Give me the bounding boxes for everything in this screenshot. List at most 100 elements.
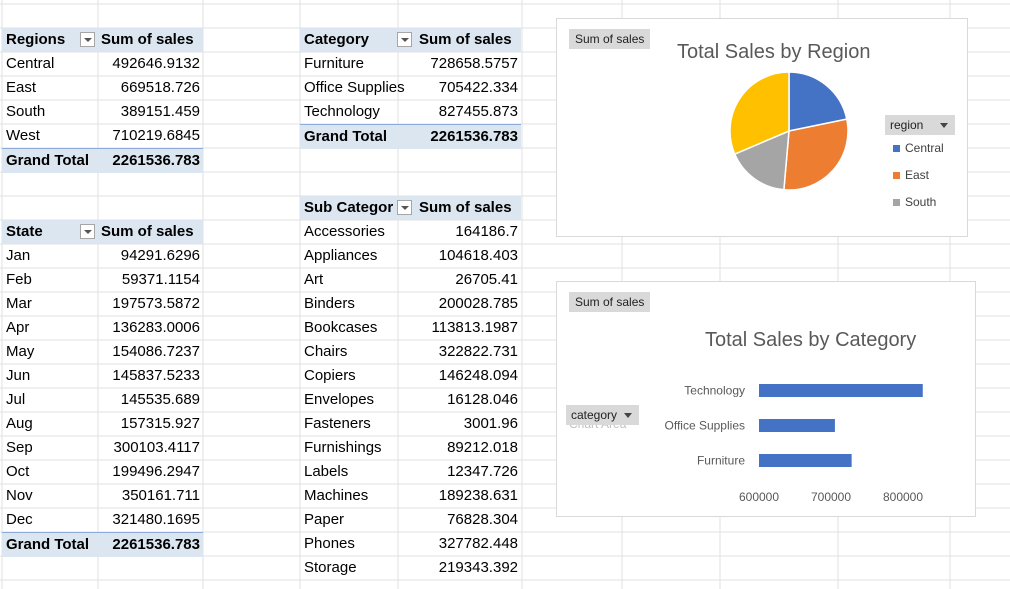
category-axis-label: Furniture — [697, 454, 745, 468]
subcategory-row: Chairs 322822.731 — [300, 340, 521, 364]
state-grand-total-row: Grand Total 2261536.783 — [2, 532, 203, 557]
subcategory-row: Fasteners 3001.96 — [300, 412, 521, 436]
category-axis-label: Office Supplies — [665, 419, 746, 433]
state-row-label: Sep — [6, 439, 33, 456]
bar-plot: Furniture Office Supplies Technology 600000… — [665, 384, 924, 505]
subcategory-row: Appliances 104618.403 — [300, 244, 521, 268]
state-row: Oct 199496.2947 — [2, 460, 203, 484]
subcategory-row-value: 26705.41 — [455, 271, 518, 288]
state-row-value: 321480.1695 — [112, 511, 200, 528]
category-row: Office Supplies 705422.334 — [300, 76, 521, 100]
category-row-label: Office Supplies — [304, 79, 405, 96]
category-row-value: 705422.334 — [438, 79, 518, 96]
state-row-label: May — [6, 343, 35, 360]
regions-row-label: South — [6, 103, 46, 120]
subcategory-row: Paper 76828.304 — [300, 508, 521, 532]
category-row-label: Furniture — [304, 55, 365, 72]
subcategory-row-value: 3001.96 — [463, 415, 518, 432]
subcategory-row: Accessories 164186.7 — [300, 220, 521, 244]
subcategory-row-value: 16128.046 — [447, 391, 518, 408]
state-row-value: 199496.2947 — [112, 463, 200, 480]
pie-slice-east[interactable] — [783, 118, 849, 191]
pie-plot — [729, 71, 849, 191]
value-axis-tick-label: 600000 — [739, 490, 779, 504]
subcategory-row: Art 26705.41 — [300, 268, 521, 292]
subcategory-filter-dropdown[interactable] — [397, 200, 412, 215]
subcategory-row-value: 219343.392 — [438, 559, 518, 576]
state-row: Dec 321480.1695 — [2, 508, 203, 532]
pie-legend-label: South — [905, 195, 937, 209]
subcategory-row: Storage 219343.392 — [300, 556, 521, 580]
state-row-label: Feb — [6, 271, 32, 288]
state-row-label: Oct — [6, 463, 30, 480]
category-filter-dropdown[interactable] — [397, 32, 412, 47]
subcategory-row-value: 164186.7 — [455, 223, 518, 240]
subcategory-row-label: Envelopes — [304, 391, 375, 408]
regions-header-value: Sum of sales — [101, 31, 194, 48]
state-row-label: Apr — [6, 319, 30, 336]
subcategory-row: Phones 327782.448 — [300, 532, 521, 556]
subcategory-row-label: Furnishings — [304, 439, 382, 456]
state-row-label: Nov — [6, 487, 33, 504]
value-axis-tick-label: 700000 — [811, 490, 851, 504]
regions-header-row: Regions Sum of sales — [2, 28, 203, 52]
subcategory-row-label: Appliances — [304, 247, 378, 264]
regions-row-value: 710219.6845 — [112, 127, 200, 144]
state-row-label: Mar — [6, 295, 32, 312]
state-row-value: 145535.689 — [120, 391, 200, 408]
subcategory-row-label: Copiers — [304, 367, 356, 384]
subcategory-row: Machines 189238.631 — [300, 484, 521, 508]
state-row: Apr 136283.0006 — [2, 316, 203, 340]
regions-row-label: East — [6, 79, 37, 96]
category-header-value: Sum of sales — [419, 31, 512, 48]
state-filter-dropdown[interactable] — [80, 224, 95, 239]
subcategory-header-row: Sub Categor Sum of sales — [300, 196, 521, 220]
category-row-label: Technology — [304, 103, 380, 120]
state-header-value: Sum of sales — [101, 223, 194, 240]
regions-filter-dropdown[interactable] — [80, 32, 95, 47]
state-row-label: Jun — [6, 367, 31, 384]
subcategory-row: Binders 200028.785 — [300, 292, 521, 316]
regions-row-label: West — [6, 127, 40, 144]
regions-grand-total-value: 2261536.783 — [112, 152, 200, 169]
subcategory-row-label: Binders — [304, 295, 355, 312]
subcategory-row-value: 327782.448 — [438, 535, 518, 552]
subcategory-row-value: 89212.018 — [447, 439, 518, 456]
bar-technology[interactable] — [759, 384, 923, 397]
category-grand-total-value: 2261536.783 — [430, 128, 518, 145]
subcategory-row-label: Storage — [304, 559, 357, 576]
region-legend-filter-button[interactable]: region — [885, 115, 955, 135]
state-row: Jul 145535.689 — [2, 388, 203, 412]
pie-chart[interactable]: Sum of sales Total Sales by Region regio… — [556, 18, 968, 237]
regions-grand-total-label: Grand Total — [6, 152, 90, 169]
pie-value-field-button[interactable]: Sum of sales — [569, 29, 651, 49]
regions-row: East 669518.726 — [2, 76, 203, 100]
subcategory-row-label: Fasteners — [304, 415, 371, 432]
bar-office-supplies[interactable] — [759, 419, 835, 432]
category-row: Technology 827455.873 — [300, 100, 521, 124]
category-row: Furniture 728658.5757 — [300, 52, 521, 76]
regions-grand-total-row: Grand Total 2261536.783 — [2, 148, 203, 173]
category-header-row: Category Sum of sales — [300, 28, 521, 52]
state-row-value: 157315.927 — [120, 415, 200, 432]
category-row-value: 728658.5757 — [430, 55, 518, 72]
bar-furniture[interactable] — [759, 454, 852, 467]
category-row-value: 827455.873 — [438, 103, 518, 120]
subcategory-row-value: 200028.785 — [438, 295, 518, 312]
subcategory-row: Copiers 146248.094 — [300, 364, 521, 388]
legend-swatch — [893, 145, 900, 153]
regions-row: South 389151.459 — [2, 100, 203, 124]
subcategory-row-label: Chairs — [304, 343, 348, 360]
state-row-value: 59371.1154 — [121, 271, 200, 288]
subcategory-row-label: Art — [304, 271, 324, 288]
pie-legend-label: East — [905, 168, 930, 182]
bar-chart[interactable]: Sum of sales Total Sales by Category Cha… — [556, 281, 976, 517]
regions-row-value: 389151.459 — [120, 103, 200, 120]
state-row-label: Jul — [6, 391, 26, 408]
pie-legend-item: Central — [893, 141, 944, 155]
subcategory-row-label: Labels — [304, 463, 349, 480]
category-grand-total-label: Grand Total — [304, 128, 388, 145]
pie-legend-item: East — [893, 168, 929, 182]
subcategory-row-value: 104618.403 — [438, 247, 518, 264]
subcategory-row-label: Accessories — [304, 223, 385, 240]
